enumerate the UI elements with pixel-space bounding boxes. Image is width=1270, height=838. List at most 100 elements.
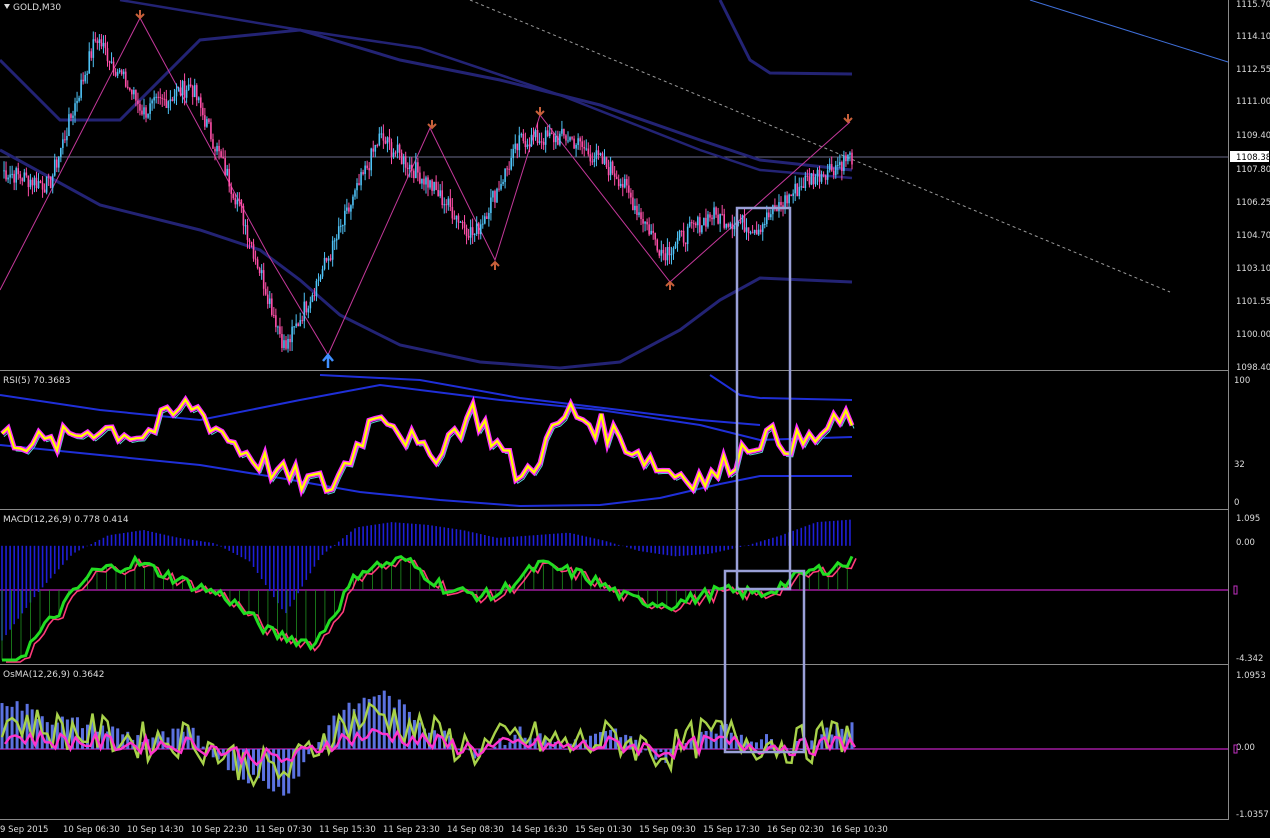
candle-body (836, 165, 839, 167)
candle-body (812, 173, 815, 185)
symbol-header[interactable]: GOLD,M30 (4, 3, 61, 13)
candle-body (690, 222, 693, 224)
candle-body (822, 174, 825, 176)
candle-body (149, 103, 151, 114)
candle-body (445, 204, 448, 206)
candle-body (220, 151, 222, 157)
candle-body (451, 207, 454, 219)
candle-body (621, 183, 624, 188)
candle-body (546, 130, 549, 136)
candle-body (277, 326, 279, 328)
candle-body (311, 295, 314, 302)
candle-body (271, 298, 273, 315)
candle-body (709, 214, 711, 218)
candle-body (139, 104, 141, 111)
candle-body (473, 233, 476, 235)
candle-body (15, 168, 18, 183)
candle-body (526, 144, 529, 148)
osma-bar (810, 740, 814, 749)
candle-body (841, 162, 843, 172)
candle-body (104, 42, 107, 49)
osma-bar (0, 703, 4, 749)
candle-body (595, 150, 598, 160)
candle-body (378, 133, 381, 146)
main-tick: 1111.00 (1236, 97, 1270, 107)
candle-body (236, 199, 239, 205)
main-tick: 1109.40 (1236, 131, 1270, 141)
main-tick: 1104.70 (1236, 231, 1270, 241)
candle-body (559, 133, 561, 145)
candle-body (126, 86, 129, 88)
symbol-label: GOLD,M30 (13, 3, 61, 13)
candle-body (660, 249, 663, 256)
candle-body (258, 268, 261, 274)
candle-body (370, 148, 373, 171)
candle-body (155, 96, 157, 98)
osma-bar (563, 749, 567, 750)
candle-body (84, 74, 86, 82)
candle-body (583, 146, 586, 149)
candle-body (794, 183, 796, 194)
candle-body (768, 212, 770, 218)
rsi-label: RSI(5) 70.3683 (3, 376, 70, 386)
candle-body (309, 301, 312, 309)
candle-body (723, 214, 725, 228)
main-tick: 1107.80 (1236, 165, 1270, 175)
rsi-band-top (709, 374, 853, 401)
candle-body (431, 180, 433, 191)
candle-body (331, 240, 334, 260)
candle-body (520, 133, 523, 136)
osma-bar (297, 749, 301, 777)
candle-body (289, 338, 291, 343)
candle-body (214, 148, 216, 152)
band-line (119, 0, 853, 180)
candle-body (492, 191, 494, 198)
rsi-tick: 32 (1234, 460, 1245, 470)
candle-body (816, 169, 819, 177)
candle-body (486, 216, 488, 219)
candle-body (175, 89, 178, 97)
candle-body (204, 115, 206, 127)
candle-body (202, 107, 204, 116)
candle-body (849, 152, 851, 155)
candle-body (851, 152, 853, 165)
candle-body (589, 154, 592, 162)
candle-body (741, 215, 744, 223)
candle-body (668, 247, 671, 256)
candle-body (753, 229, 756, 233)
candle-body (118, 70, 121, 73)
osma-bar (659, 749, 663, 752)
candle-body (508, 168, 510, 170)
candle-body (680, 230, 683, 232)
candle-body (208, 119, 210, 123)
candle-body (688, 222, 691, 227)
candle-body (102, 42, 105, 47)
candle-body (475, 223, 478, 234)
candle-body (114, 71, 117, 76)
candle-body (181, 81, 184, 96)
rsi-band-upper (0, 383, 853, 442)
candle-body (218, 145, 220, 152)
candle-body (759, 229, 762, 232)
candle-body (449, 198, 452, 208)
candle-body (757, 229, 760, 235)
candle-body (406, 167, 409, 170)
triangle-down-icon[interactable] (4, 4, 10, 9)
candle-body (792, 193, 794, 196)
candle-body (226, 168, 228, 176)
candle-body (60, 147, 62, 157)
candle-body (569, 137, 571, 141)
candle-body (147, 113, 149, 118)
candle-body (705, 217, 707, 227)
candle-body (86, 73, 89, 75)
candle-body (29, 179, 32, 188)
candle-body (654, 232, 657, 240)
candle-body (536, 129, 539, 143)
osma-tick: -1.0357 (1236, 810, 1269, 820)
candle-body (335, 238, 338, 241)
candle-body (796, 183, 799, 197)
time-label: 10 Sep 22:30 (191, 825, 248, 835)
candle-body (64, 139, 66, 141)
candle-body (623, 178, 626, 188)
candle-body (751, 232, 754, 234)
